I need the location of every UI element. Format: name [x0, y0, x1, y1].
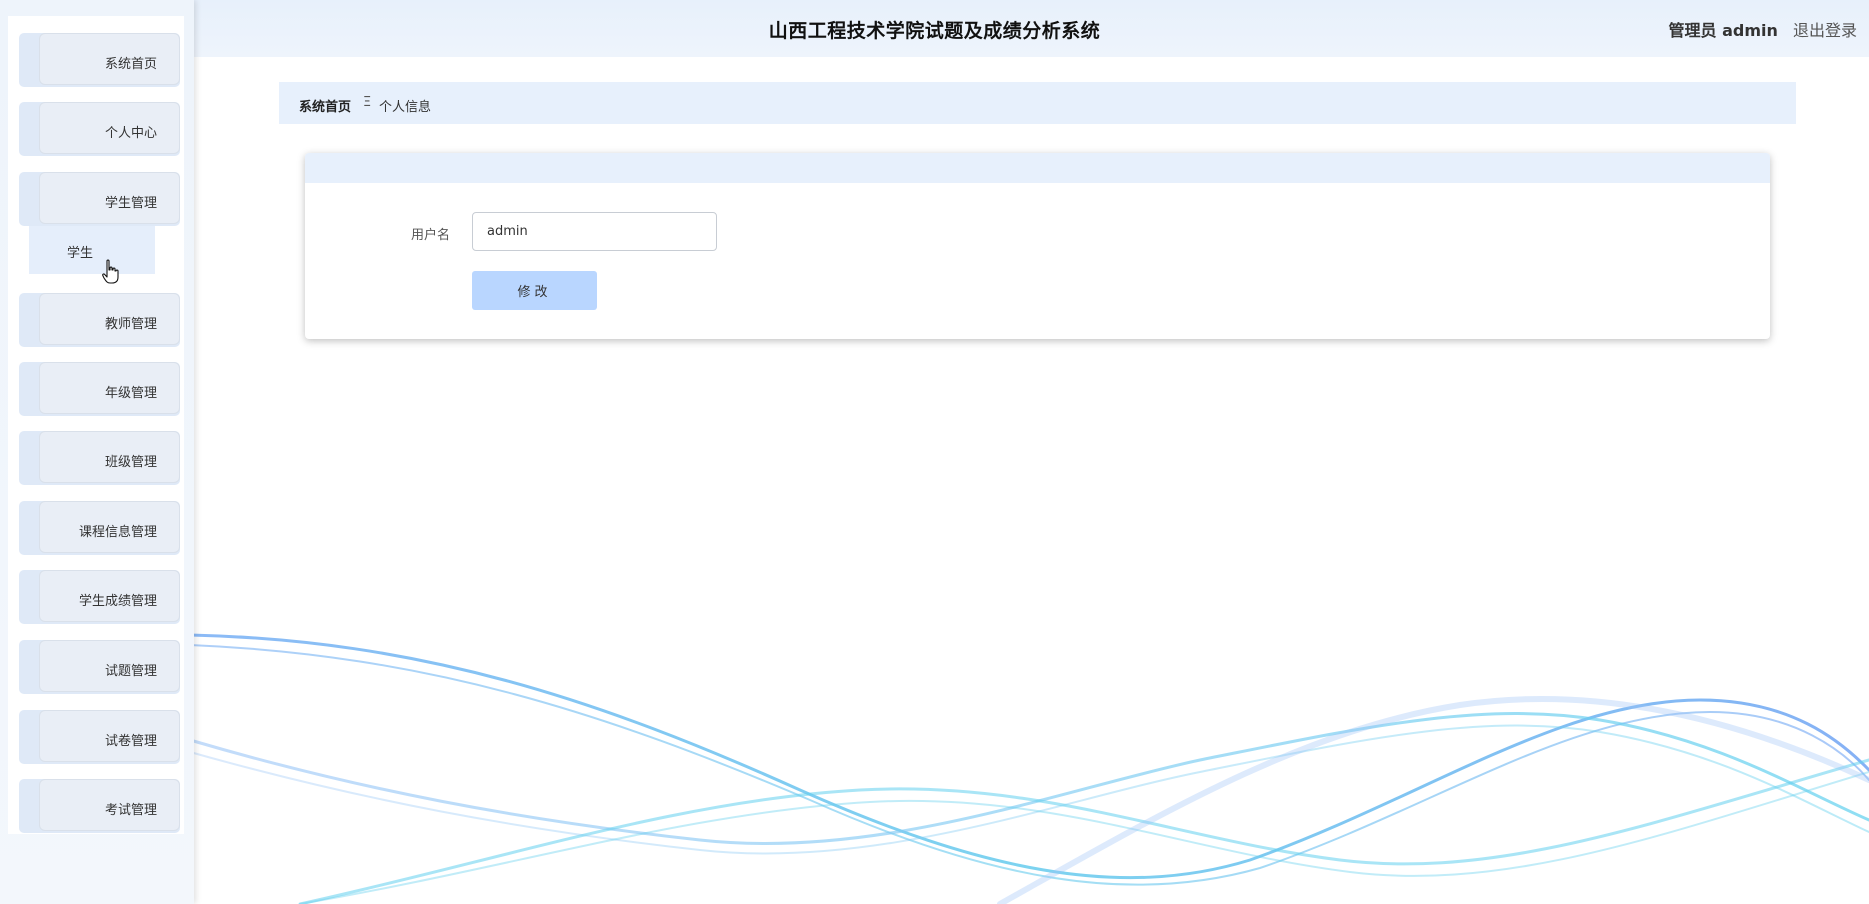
menu-item-card: 年级管理 — [39, 362, 180, 414]
menu-item-card: 学生成绩管理 — [39, 570, 180, 622]
sidebar-item-personal-center[interactable]: 个人中心 — [19, 102, 180, 156]
current-user: 管理员 admin — [1668, 21, 1778, 40]
username-input[interactable] — [472, 212, 717, 251]
sidebar-item-score-management[interactable]: 学生成绩管理 — [19, 570, 180, 624]
hand-cursor-icon — [102, 259, 119, 284]
sidebar-item-class-management[interactable]: 班级管理 — [19, 431, 180, 485]
username-label: 用户名 — [411, 228, 451, 243]
sidebar-item-label: 年级管理 — [104, 386, 157, 401]
menu-item-card: 教师管理 — [39, 293, 180, 345]
menu-item-card: 班级管理 — [39, 431, 180, 483]
sidebar-item-label: 个人中心 — [104, 126, 157, 141]
system-title: 山西工程技术学院试题及成绩分析系统 — [768, 20, 1101, 42]
background-waves — [188, 633, 1869, 904]
sidebar-item-course-management[interactable]: 课程信息管理 — [19, 501, 180, 555]
sidebar-item-home[interactable]: 系统首页 — [19, 33, 180, 87]
header-user-area: 管理员 admin 退出登录 — [1669, 17, 1857, 41]
sidebar-item-label: 试题管理 — [104, 664, 157, 679]
logout-link[interactable]: 退出登录 — [1793, 21, 1857, 40]
menu-item-card: 考试管理 — [39, 779, 180, 831]
form-card-header — [305, 153, 1770, 183]
sidebar-item-label: 教师管理 — [104, 317, 157, 332]
submenu-item-label: 学生 — [67, 246, 94, 261]
sidebar: 系统首页 个人中心 学生管理 学生 教师管理 年级管理 班级管理 课程信息管理 — [0, 0, 194, 904]
sidebar-item-label: 试卷管理 — [104, 734, 157, 749]
breadcrumb-separator-icon: Ξ — [363, 95, 372, 110]
sidebar-item-grade-management[interactable]: 年级管理 — [19, 362, 180, 416]
top-header: 山西工程技术学院试题及成绩分析系统 管理员 admin 退出登录 — [0, 0, 1869, 57]
menu-item-card: 学生管理 — [39, 172, 180, 224]
menu-item-card: 试题管理 — [39, 640, 180, 692]
sidebar-item-label: 学生成绩管理 — [78, 594, 157, 609]
menu-item-card: 个人中心 — [39, 102, 180, 154]
breadcrumb: 系统首页 Ξ 个人信息 — [279, 82, 1796, 124]
menu-item-card: 课程信息管理 — [39, 501, 180, 553]
sidebar-item-label: 系统首页 — [104, 57, 157, 72]
sidebar-item-label: 考试管理 — [104, 803, 157, 818]
sidebar-item-paper-management[interactable]: 试卷管理 — [19, 710, 180, 764]
menu-item-card: 试卷管理 — [39, 710, 180, 762]
sidebar-item-question-management[interactable]: 试题管理 — [19, 640, 180, 694]
breadcrumb-current: 个人信息 — [379, 100, 432, 115]
sidebar-item-label: 学生管理 — [104, 196, 157, 211]
submenu-item-student[interactable]: 学生 — [29, 226, 155, 274]
profile-form-card: 用户名 修改 — [305, 153, 1770, 339]
modify-button[interactable]: 修改 — [472, 271, 597, 310]
breadcrumb-home-link[interactable]: 系统首页 — [299, 96, 351, 115]
sidebar-item-teacher-management[interactable]: 教师管理 — [19, 293, 180, 347]
sidebar-item-student-management[interactable]: 学生管理 — [19, 172, 180, 226]
sidebar-item-label: 班级管理 — [104, 455, 157, 470]
sidebar-item-label: 课程信息管理 — [78, 525, 157, 540]
sidebar-item-exam-management[interactable]: 考试管理 — [19, 779, 180, 833]
menu-item-card: 系统首页 — [39, 33, 180, 85]
